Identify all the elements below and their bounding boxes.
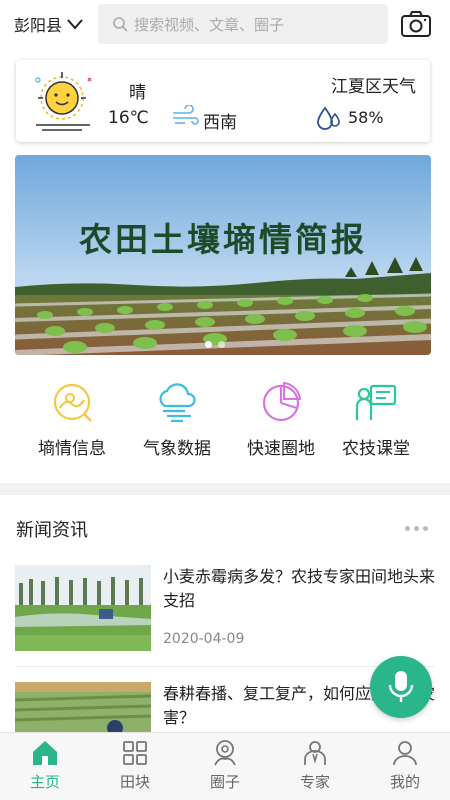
tab-home[interactable]: 主页 <box>0 733 90 800</box>
quick-classroom[interactable]: 农技课堂 <box>320 370 432 470</box>
news-title: 小麦赤霉病多发？农技专家田间地头来支招 <box>163 567 436 610</box>
tab-circle[interactable]: 圈子 <box>180 733 270 800</box>
home-screen: 彭阳县 搜索视频、文章、圈子 晴 16℃ 西南 江夏区天气 58% 农田土壤墒情… <box>0 0 450 800</box>
quick-weather-data[interactable]: 气象数据 <box>121 370 233 470</box>
tab-experts[interactable]: 专家 <box>270 733 360 800</box>
weather-condition: 晴 <box>129 83 146 103</box>
tab-label: 圈子 <box>209 773 240 791</box>
bottom-tab-bar: 主页 田块 圈子 专家 我的 <box>0 732 450 800</box>
tab-label: 田块 <box>119 773 150 791</box>
quick-soil-moisture[interactable]: 墒情信息 <box>16 370 128 470</box>
home-icon <box>33 741 57 765</box>
tab-fields[interactable]: 田块 <box>90 733 180 800</box>
quick-label: 墒情信息 <box>38 439 106 459</box>
voice-input-button[interactable] <box>370 656 432 718</box>
weather-card[interactable]: 晴 16℃ 西南 江夏区天气 58% <box>16 60 430 142</box>
section-divider <box>0 483 450 495</box>
news-date: 2020-04-09 <box>163 631 245 647</box>
carousel-dot[interactable] <box>218 341 225 348</box>
carousel-dot[interactable] <box>205 341 212 348</box>
weather-humidity: 58% <box>348 108 384 127</box>
grid-icon <box>123 741 147 765</box>
user-icon <box>393 741 417 766</box>
region-selector[interactable]: 彭阳县 <box>14 12 84 36</box>
wind-icon <box>173 105 199 125</box>
chevron-down-icon <box>67 19 83 30</box>
expert-icon <box>304 741 326 765</box>
circle-icon <box>214 740 236 766</box>
soil-moisture-icon <box>53 383 92 422</box>
region-name: 彭阳县 <box>14 16 63 35</box>
weather-data-icon <box>159 383 196 423</box>
top-bar: 彭阳县 搜索视频、文章、圈子 <box>0 0 450 50</box>
search-icon <box>113 17 128 32</box>
news-thumbnail <box>15 565 151 651</box>
quick-label: 农技课堂 <box>342 439 410 459</box>
tab-profile[interactable]: 我的 <box>360 733 450 800</box>
weather-location-title: 江夏区天气 <box>331 77 416 97</box>
microphone-icon <box>388 671 414 702</box>
weather-temperature: 16℃ <box>108 108 149 128</box>
news-heading: 新闻资讯 <box>16 520 88 541</box>
banner-carousel[interactable]: 农田土壤墒情简报 <box>15 155 431 355</box>
news-thumbnail <box>15 682 151 732</box>
tab-label: 主页 <box>29 773 60 791</box>
banner-title: 农田土壤墒情简报 <box>79 220 367 259</box>
tab-label: 我的 <box>389 773 420 791</box>
list-separator <box>15 666 435 667</box>
quick-menu: 墒情信息 气象数据 快速圈地 农技课堂 <box>0 370 450 470</box>
humidity-icon <box>317 106 340 130</box>
sunny-icon <box>35 72 92 131</box>
more-icon[interactable] <box>405 526 428 531</box>
news-item[interactable]: 小麦赤霉病多发？农技专家田间地头来支招 2020-04-09 <box>15 565 435 655</box>
pie-chart-icon <box>262 381 302 422</box>
tab-label: 专家 <box>299 773 330 791</box>
search-input[interactable]: 搜索视频、文章、圈子 <box>98 4 388 44</box>
quick-label: 气象数据 <box>143 439 211 459</box>
classroom-icon <box>355 384 397 420</box>
carousel-indicator <box>205 341 225 348</box>
camera-icon[interactable] <box>400 9 432 39</box>
search-placeholder: 搜索视频、文章、圈子 <box>134 15 285 34</box>
weather-wind-direction: 西南 <box>203 113 237 133</box>
